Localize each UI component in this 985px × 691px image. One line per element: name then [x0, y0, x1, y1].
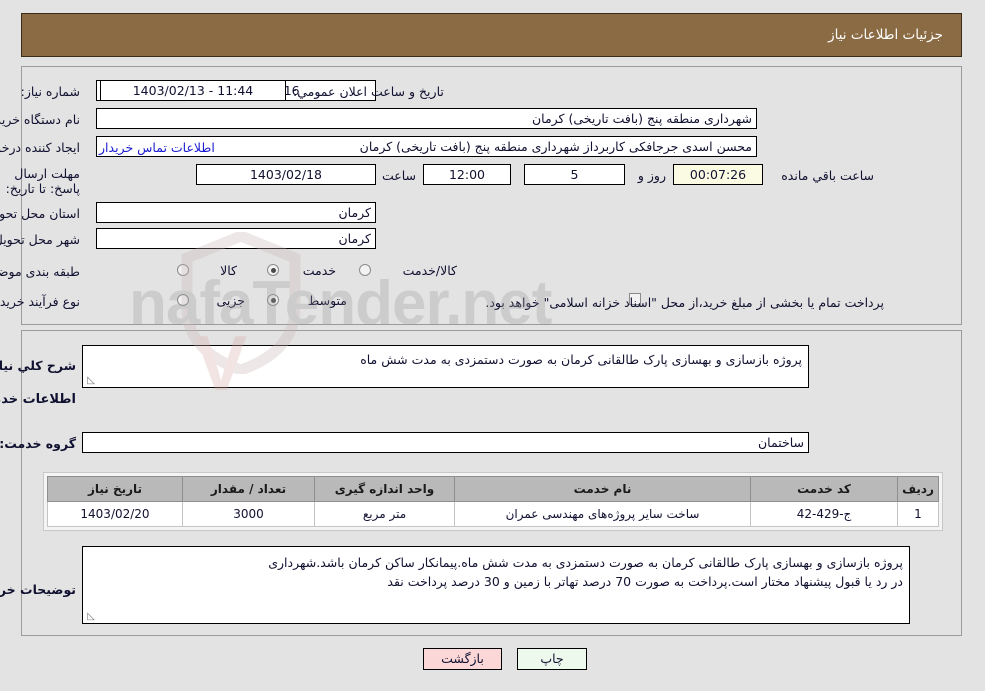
cell-radif: 1 — [898, 501, 940, 527]
buyer-notes-label: توضیحات خریدار: — [0, 582, 77, 597]
request-creator-label: ایجاد کننده درخواست: — [0, 140, 81, 155]
cell-date: 1403/02/20 — [48, 501, 184, 527]
city-label: شهر محل تحویل: — [0, 232, 81, 247]
buyer-notes-textarea[interactable]: پروژه بازسازی و بهسازی پارک طالقانی کرما… — [83, 546, 911, 624]
radio-category-kala-khedmat[interactable] — [360, 264, 372, 276]
col-code: کد خدمت — [751, 476, 899, 502]
col-quantity: تعداد / مقدار — [183, 476, 316, 502]
deadline-days-label: روز و — [638, 168, 667, 183]
treasury-note-text: پرداخت تمام یا بخشی از مبلغ خرید،از محل … — [486, 295, 885, 310]
cell-quantity: 3000 — [183, 501, 316, 527]
deadline-label: مهلت ارسال پاسخ: تا تاریخ: — [6, 166, 81, 196]
need-number-label: شماره نیاز: — [21, 84, 81, 99]
table-row: 1 ج-429-42 ساخت سایر پروژه‌های مهندسی عم… — [48, 501, 940, 527]
cell-code: ج-429-42 — [751, 501, 899, 527]
general-desc-textarea[interactable]: پروژه بازسازی و بهسازی پارک طالقانی کرما… — [83, 345, 810, 388]
cell-name: ساخت سایر پروژه‌های مهندسی عمران — [455, 501, 752, 527]
print-button[interactable]: چاپ — [518, 648, 588, 670]
city-field: کرمان — [97, 228, 377, 249]
deadline-time-field: 12:00 — [424, 164, 512, 185]
buyer-notes-line1: پروژه بازسازی و بهسازی پارک طالقانی کرما… — [269, 555, 904, 570]
service-group-label: گروه خدمت: — [0, 436, 77, 451]
radio-purchase-jozei[interactable] — [178, 294, 190, 306]
page-header: جزئیات اطلاعات نیاز — [22, 13, 963, 57]
radio-purchase-motevaset-label: متوسط — [308, 293, 348, 308]
back-button[interactable]: بازگشت — [424, 648, 503, 670]
services-heading: اطلاعات خدمات مورد نیاز — [0, 392, 77, 407]
category-label: طبقه بندی موضوعی: — [0, 264, 81, 279]
resize-grip-icon[interactable]: ◺ — [86, 376, 96, 386]
deadline-date-field: 1403/02/18 — [197, 164, 377, 185]
services-table: ردیف کد خدمت نام خدمت واحد اندازه گیری ت… — [48, 476, 940, 527]
cell-unit: متر مربع — [315, 501, 456, 527]
resize-grip-icon[interactable]: ◺ — [86, 612, 96, 622]
public-announce-field: 1403/02/13 - 11:44 — [101, 80, 287, 101]
purchase-type-label: نوع فرآیند خرید : — [0, 294, 81, 309]
col-name: نام خدمت — [455, 476, 752, 502]
radio-category-khedmat[interactable] — [268, 264, 280, 276]
deadline-countdown-field: 00:07:26 — [674, 164, 764, 185]
buyer-contact-link[interactable]: اطلاعات تماس خریدار — [100, 140, 216, 155]
public-announce-label: تاریخ و ساعت اعلان عمومي: — [294, 84, 445, 99]
province-label: استان محل تحویل: — [0, 206, 81, 221]
page-title: جزئیات اطلاعات نیاز — [829, 27, 944, 43]
services-table-wrap: ردیف کد خدمت نام خدمت واحد اندازه گیری ت… — [44, 472, 944, 531]
radio-category-kala-label: کالا — [221, 263, 238, 278]
deadline-days-field: 5 — [525, 164, 626, 185]
col-radif: ردیف — [898, 476, 940, 502]
need-summary-panel — [22, 66, 963, 325]
general-desc-value: پروژه بازسازی و بهسازی پارک طالقانی کرما… — [361, 352, 803, 367]
radio-category-khedmat-label: خدمت — [303, 263, 337, 278]
radio-purchase-motevaset[interactable] — [268, 294, 280, 306]
service-group-field: ساختمان — [83, 432, 810, 453]
radio-category-kala[interactable] — [178, 264, 190, 276]
province-field: کرمان — [97, 202, 377, 223]
radio-purchase-jozei-label: جزیی — [217, 293, 246, 308]
col-date: تاریخ نیاز — [48, 476, 184, 502]
buyer-notes-line2: در رد یا قبول پیشنهاد مختار است.پرداخت ب… — [388, 574, 904, 589]
deadline-time-label: ساعت — [382, 168, 417, 183]
buyer-org-field: شهرداری منطقه پنج (بافت تاریخی) کرمان — [97, 108, 758, 129]
col-unit: واحد اندازه گیری — [315, 476, 456, 502]
buyer-org-label: نام دستگاه خریدار: — [0, 112, 81, 127]
deadline-remaining-label: ساعت باقي مانده — [782, 168, 875, 183]
general-desc-label: شرح کلي نیاز: — [0, 358, 77, 373]
table-header-row: ردیف کد خدمت نام خدمت واحد اندازه گیری ت… — [48, 476, 940, 502]
radio-category-kala-khedmat-label: کالا/خدمت — [403, 263, 458, 278]
